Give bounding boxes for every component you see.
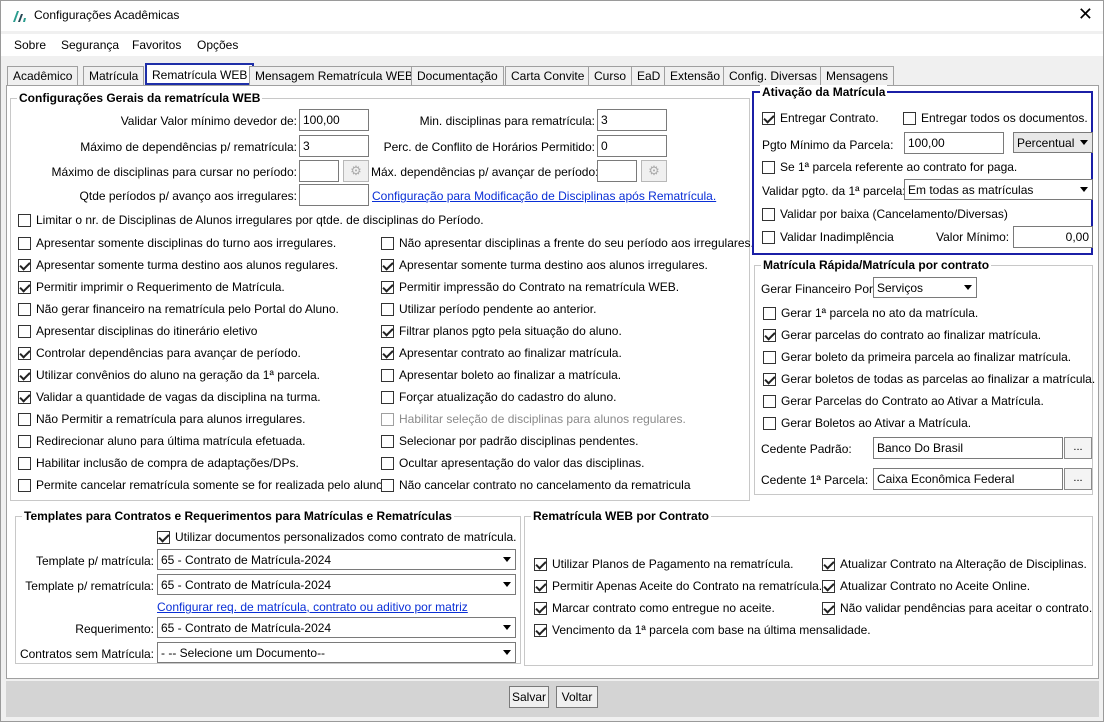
template-rematricula-select[interactable]: 65 - Contrato de Matrícula-2024 — [157, 574, 516, 595]
close-icon[interactable]: ✕ — [1078, 5, 1093, 23]
group-rematricula-web-contrato: Rematrícula WEB por Contrato Utilizar Pl… — [524, 509, 1093, 666]
pgto-minimo-label: Pgto Mínimo da Parcela: — [762, 138, 894, 152]
tab-config-diversas[interactable]: Config. Diversas — [723, 66, 824, 85]
valor-minimo-ativ-label: Valor Mínimo: — [936, 230, 1010, 244]
menu-opcoes[interactable]: Opções — [197, 38, 238, 52]
requerimento-label: Requerimento: — [75, 622, 154, 636]
tab-carta-convite[interactable]: Carta Convite — [505, 66, 591, 85]
template-matricula-label: Template p/ matrícula: — [35, 554, 154, 568]
window-title: Configurações Acadêmicas — [34, 8, 180, 22]
group-legend: Rematrícula WEB por Contrato — [531, 509, 712, 523]
menu-seguranca[interactable]: Segurança — [61, 38, 119, 52]
configurar-req-link[interactable]: Configurar req. de matrícula, contrato o… — [157, 600, 468, 614]
contratos-sem-matricula-select[interactable]: - -- Selecione um Documento-- — [157, 642, 516, 663]
template-rematricula-label: Template p/ rematrícula: — [25, 579, 154, 593]
contratos-sem-matricula-label: Contratos sem Matrícula: — [19, 647, 154, 661]
tab-panel: Configurações Gerais da rematrícula WEB … — [6, 85, 1099, 679]
min-disciplinas-label: Min. disciplinas para rematrícula: — [419, 114, 595, 128]
qtde-periodos-input[interactable] — [299, 184, 369, 206]
gerar-financeiro-select[interactable]: Serviços — [873, 277, 977, 298]
menu-sobre[interactable]: Sobre — [14, 38, 46, 52]
min-disciplinas-input[interactable]: 3 — [597, 109, 667, 131]
tab-mensagem-rematricula-web[interactable]: Mensagem Rematrícula WEB — [249, 66, 420, 85]
group-legend: Matrícula Rápida/Matrícula por contrato — [761, 258, 992, 272]
tab-rematricula-web[interactable]: Rematrícula WEB — [145, 63, 255, 85]
gear-icon[interactable]: ⚙ — [343, 160, 369, 182]
cedente-padrao-browse-button[interactable]: ... — [1064, 437, 1092, 459]
cedente-1-label: Cedente 1ª Parcela: — [761, 473, 869, 487]
tab-academico[interactable]: Acadêmico — [7, 66, 79, 85]
max-dep-avancar-label: Máx. dependências p/ avançar de período: — [371, 165, 599, 179]
config-modificacao-link[interactable]: Configuração para Modificação de Discipl… — [372, 189, 716, 203]
title-bar: Configurações Acadêmicas ✕ — [1, 1, 1103, 31]
group-legend: Ativação da Matrícula — [760, 85, 888, 99]
chevron-down-icon — [503, 650, 511, 655]
perc-conflito-input[interactable]: 0 — [597, 135, 667, 157]
group-ativacao-matricula: Ativação da Matrícula Entregar Contrato.… — [752, 85, 1093, 255]
chevron-down-icon — [503, 625, 511, 630]
chevron-down-icon — [1080, 187, 1088, 192]
requerimento-select[interactable]: 65 - Contrato de Matrícula-2024 — [157, 617, 516, 638]
cedente-padrao-label: Cedente Padrão: — [761, 442, 852, 456]
menu-favoritos[interactable]: Favoritos — [132, 38, 181, 52]
group-legend: Templates para Contratos e Requerimentos… — [22, 509, 454, 523]
group-legend: Configurações Gerais da rematrícula WEB — [17, 91, 263, 105]
qtde-periodos-label: Qtde períodos p/ avanço aos irregulares: — [79, 189, 297, 203]
tab-matricula[interactable]: Matrícula — [83, 66, 145, 85]
tab-curso[interactable]: Curso — [588, 66, 633, 85]
bottom-bar: Salvar Voltar — [6, 681, 1099, 717]
cedente-1-input[interactable]: Caixa Econômica Federal — [873, 468, 1063, 490]
gerar-financeiro-label: Gerar Financeiro Por: — [761, 282, 877, 296]
save-button[interactable]: Salvar — [509, 686, 549, 708]
pgto-minimo-input[interactable]: 100,00 — [904, 132, 1004, 154]
group-matricula-rapida: Matrícula Rápida/Matrícula por contrato … — [754, 258, 1095, 495]
tab-mensagens[interactable]: Mensagens — [820, 66, 895, 85]
template-matricula-select[interactable]: 65 - Contrato de Matrícula-2024 — [157, 549, 516, 570]
group-templates: Templates para Contratos e Requerimentos… — [15, 509, 521, 664]
gear-icon[interactable]: ⚙ — [641, 160, 667, 182]
cedente-1-browse-button[interactable]: ... — [1064, 468, 1092, 490]
back-button[interactable]: Voltar — [556, 686, 598, 708]
perc-conflito-label: Perc. de Conflito de Horários Permitido: — [383, 140, 595, 154]
chevron-down-icon — [1080, 140, 1088, 145]
chevron-down-icon — [964, 285, 972, 290]
window: Configurações Acadêmicas ✕ Sobre Seguran… — [0, 0, 1104, 722]
chevron-down-icon — [503, 582, 511, 587]
validar-pgto-select[interactable]: Em todas as matrículas — [904, 179, 1093, 200]
tab-ead[interactable]: EaD — [631, 66, 667, 85]
valor-minimo-input[interactable]: 100,00 — [299, 109, 369, 131]
pgto-tipo-select[interactable]: Percentual — [1013, 132, 1093, 153]
group-configuracoes-gerais: Configurações Gerais da rematrícula WEB … — [10, 91, 754, 501]
valor-minimo-ativ-input[interactable]: 0,00 — [1013, 226, 1093, 248]
max-dep-avancar-input[interactable] — [597, 160, 637, 182]
valor-minimo-label: Validar Valor mínimo devedor de: — [120, 114, 297, 128]
max-dependencias-label: Máximo de dependências p/ rematrícula: — [80, 140, 297, 154]
menu-bar: Sobre Segurança Favoritos Opções — [1, 34, 1103, 56]
max-dependencias-input[interactable]: 3 — [299, 135, 369, 157]
tab-extensao[interactable]: Extensão — [664, 66, 727, 85]
max-disciplinas-input[interactable] — [299, 160, 339, 182]
app-logo-icon — [13, 11, 26, 22]
tab-documentacao[interactable]: Documentação — [411, 66, 504, 85]
validar-pgto-label: Validar pgto. da 1ª parcela: — [762, 184, 906, 198]
cedente-padrao-input[interactable]: Banco Do Brasil — [873, 437, 1063, 459]
max-disciplinas-label: Máximo de disciplinas para cursar no per… — [51, 165, 297, 179]
chevron-down-icon — [503, 557, 511, 562]
